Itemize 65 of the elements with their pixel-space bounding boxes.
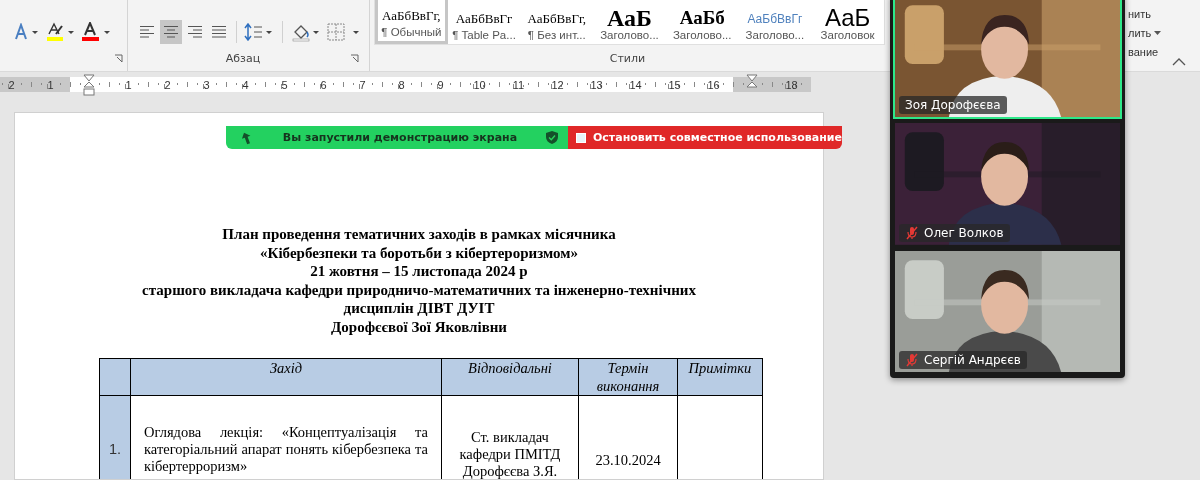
line-spacing-icon	[244, 23, 275, 41]
style-item[interactable]: АаБ Заголовок	[811, 0, 884, 44]
ruler-number: 18	[785, 78, 798, 91]
document-heading-line: 21 жовтня – 15 листопада 2024 р	[309, 262, 529, 281]
ruler-number: 6	[320, 78, 327, 91]
ruler-number: 2	[8, 78, 15, 91]
style-item[interactable]: АаБб Заголово...	[665, 0, 739, 44]
document-heading-line: старшого викладача кафедри природничо-математичних та інженерно-технічних	[141, 280, 697, 300]
ruler-number: 11	[512, 78, 525, 91]
ruler-number: 3	[203, 78, 210, 91]
style-item[interactable]: АаБбВвГг, ¶ Обычный	[375, 0, 448, 44]
group-label: Абзац	[225, 52, 261, 65]
style-item[interactable]: АаБ Заголово...	[593, 0, 666, 44]
participant-name: Зоя Дорофєєва	[905, 98, 1001, 113]
ruler-number: 7	[359, 78, 366, 91]
sharing-status-text: Вы запустили демонстрацию экрана	[282, 131, 518, 144]
borders-icon	[327, 23, 361, 41]
ruler-number: 1	[47, 78, 54, 91]
text-effects-icon	[14, 23, 40, 41]
highlighter-icon	[46, 22, 76, 42]
stop-icon	[576, 132, 586, 143]
document-heading-line: «Кібербезпеки та боротьби з кібертероризмом»	[259, 243, 579, 263]
caret-icon	[1154, 30, 1162, 36]
ribbon-command[interactable]: нить	[1128, 8, 1162, 20]
style-item[interactable]: АаБбВвГг, ¶ Без инт...	[520, 0, 594, 44]
style-item[interactable]: АаБбВвГг ¶ Table Pa...	[447, 0, 521, 44]
ruler-number: 5	[281, 78, 288, 91]
align-center-button[interactable]	[159, 20, 182, 44]
align-center-icon	[162, 25, 179, 39]
dialog-launcher-icon[interactable]	[350, 54, 359, 63]
group-label: вание	[1128, 46, 1160, 58]
ribbon-command[interactable]: лить	[1128, 27, 1152, 39]
ruler-number: 1	[125, 78, 132, 91]
document-heading-line: План проведення тематичних заходів в рамках місячника	[221, 225, 617, 244]
participant-name: Сергій Андрєєв	[924, 353, 1021, 367]
table-header-cell: Примітки	[677, 358, 763, 396]
table-header-cell: Термін виконання	[578, 358, 678, 396]
style-item[interactable]: АаБбВвГг Заголово...	[738, 0, 812, 44]
stop-sharing-button[interactable]: Остановить совместное использование	[568, 126, 842, 149]
ruler-number: 10	[473, 78, 486, 91]
align-right-icon	[186, 25, 203, 39]
table-header-cell: Відповідальні	[441, 358, 579, 396]
table-header-cell: Захід	[130, 358, 442, 396]
align-left-icon	[138, 25, 155, 39]
indent-marker-icon[interactable]	[83, 74, 95, 98]
ruler-number: 9	[437, 78, 444, 91]
group-label: Стили	[609, 51, 646, 65]
align-justify-icon	[210, 25, 227, 39]
participant-name: Олег Волков	[924, 225, 1004, 240]
font-color-icon	[82, 22, 112, 42]
ruler-number: 15	[668, 78, 681, 91]
ruler-number: 8	[398, 78, 405, 91]
ruler-number: 16	[707, 78, 720, 91]
ruler-number: 2	[164, 78, 171, 91]
collapse-ribbon-icon[interactable]	[1172, 58, 1186, 66]
ruler-number: 12	[551, 78, 564, 91]
ruler-number: 4	[242, 78, 249, 91]
table-header-cell	[99, 358, 131, 396]
table-cell: 1.	[99, 395, 131, 479]
ruler-number: 14	[629, 78, 642, 91]
ruler-number: 13	[590, 78, 603, 91]
document-heading-line: дисциплін ДІВТ ДУІТ	[342, 299, 496, 318]
shield-icon	[546, 131, 558, 144]
document-heading-line: Дорофєєвої Зої Яковлівни	[330, 317, 508, 337]
dialog-launcher-icon[interactable]	[114, 54, 123, 63]
